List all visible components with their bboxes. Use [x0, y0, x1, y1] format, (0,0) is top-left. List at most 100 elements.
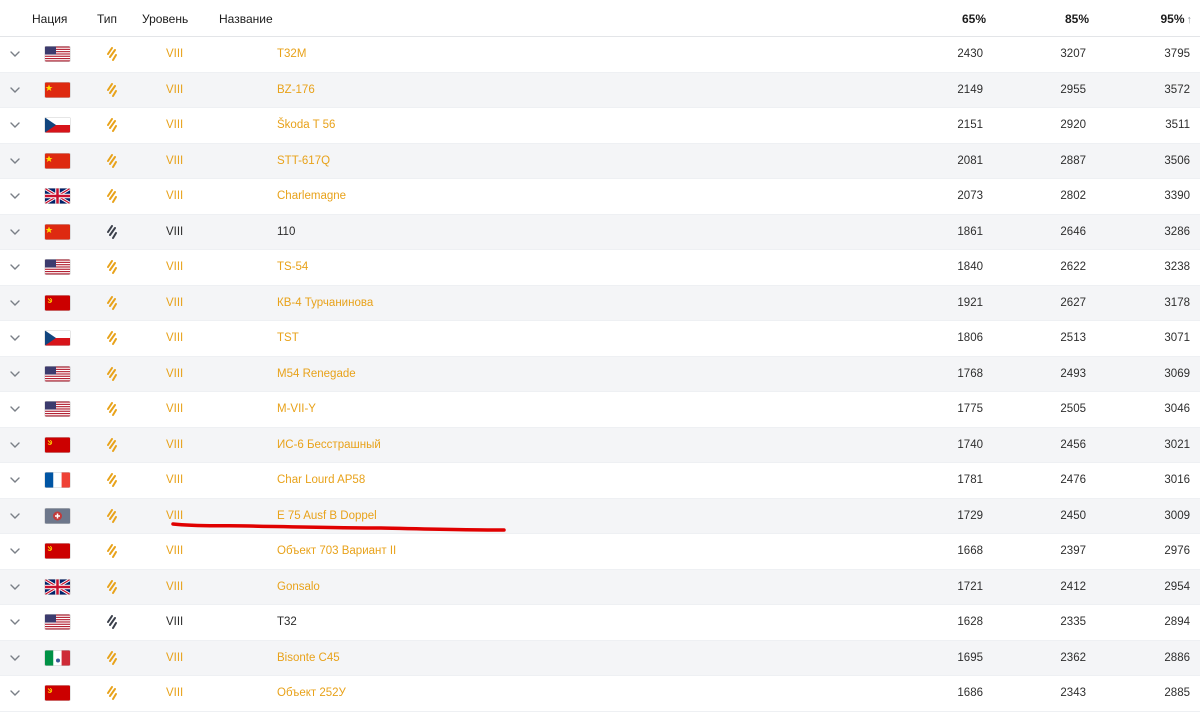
chevron-down-icon[interactable] — [8, 438, 22, 452]
premium-tank-type-icon — [104, 295, 120, 311]
table-row[interactable]: VIII TST 1806 2513 3071 — [0, 321, 1200, 357]
tank-name-cell[interactable]: T32M — [277, 48, 306, 60]
tier-cell: VIII — [166, 651, 184, 664]
chevron-down-icon[interactable] — [8, 651, 22, 665]
tank-name-cell[interactable]: TS-54 — [277, 261, 308, 273]
table-row[interactable]: VIII Объект 703 Вариант II 1668 2397 297… — [0, 534, 1200, 570]
table-row[interactable]: VIII BZ-176 2149 2955 3572 — [0, 72, 1200, 108]
chevron-down-icon[interactable] — [8, 296, 22, 310]
chevron-down-icon[interactable] — [8, 509, 22, 523]
czech-flag-icon — [45, 330, 70, 346]
chevron-down-icon[interactable] — [8, 615, 22, 629]
chevron-down-icon[interactable] — [8, 544, 22, 558]
tier-cell: VIII — [166, 438, 184, 451]
tank-marks-table: Нация Тип Уровень Название 65% 85% 95% ↑ … — [0, 0, 1200, 712]
chevron-down-icon[interactable] — [8, 47, 22, 61]
tier-cell: VIII — [166, 687, 184, 700]
table-row[interactable]: VIII КВ-4 Турчанинова 1921 2627 3178 — [0, 285, 1200, 321]
p85-cell: 2505 — [1060, 403, 1086, 416]
table-row[interactable]: VIII ИС-6 Бесстрашный 1740 2456 3021 — [0, 427, 1200, 463]
tank-name-cell[interactable]: Charlemagne — [277, 190, 346, 202]
p95-cell: 2886 — [1164, 651, 1190, 664]
p95-header-label: 95% — [1160, 12, 1185, 26]
arrow-up-icon: ↑ — [1186, 14, 1193, 26]
p95-column-header[interactable]: 95% ↑ — [1160, 12, 1192, 26]
tank-name-cell[interactable]: E 75 Ausf B Doppel — [277, 510, 377, 522]
table-row[interactable]: VIII Gonsalo 1721 2412 2954 — [0, 569, 1200, 605]
tank-name-cell[interactable]: M54 Renegade — [277, 368, 356, 380]
france-flag-icon — [45, 472, 70, 488]
tank-name-cell[interactable]: Char Lourd AP58 — [277, 474, 365, 486]
tier-cell: VIII — [166, 296, 184, 309]
p85-cell: 2362 — [1060, 651, 1086, 664]
table-row[interactable]: VIII M54 Renegade 1768 2493 3069 — [0, 356, 1200, 392]
tier-cell: VIII — [166, 261, 184, 274]
chevron-down-icon[interactable] — [8, 225, 22, 239]
chevron-down-icon[interactable] — [8, 118, 22, 132]
tank-name-cell[interactable]: Объект 252У — [277, 687, 346, 699]
tank-name-cell[interactable]: КВ-4 Турчанинова — [277, 297, 373, 309]
usa-flag-icon — [45, 401, 70, 417]
p65-cell: 1861 — [957, 225, 983, 238]
p85-cell: 2627 — [1060, 296, 1086, 309]
chevron-down-icon[interactable] — [8, 367, 22, 381]
tier-cell: VIII — [166, 154, 184, 167]
tank-name-cell[interactable]: BZ-176 — [277, 84, 315, 96]
table-row[interactable]: VIII M-VII-Y 1775 2505 3046 — [0, 392, 1200, 428]
premium-tank-type-icon — [104, 685, 120, 701]
tier-cell: VIII — [166, 580, 184, 593]
tank-name-cell[interactable]: T32 — [277, 616, 297, 628]
p95-cell: 3286 — [1164, 225, 1190, 238]
tank-name-cell[interactable]: Škoda T 56 — [277, 119, 335, 131]
premium-tank-type-icon — [104, 153, 120, 169]
chevron-down-icon[interactable] — [8, 154, 22, 168]
chevron-down-icon[interactable] — [8, 473, 22, 487]
tier-column-header[interactable]: Уровень — [142, 12, 188, 26]
chevron-down-icon[interactable] — [8, 686, 22, 700]
chevron-down-icon[interactable] — [8, 580, 22, 594]
chevron-down-icon[interactable] — [8, 260, 22, 274]
p65-cell: 2073 — [957, 190, 983, 203]
nation-column-header[interactable]: Нация — [32, 12, 67, 26]
tank-name-cell[interactable]: Объект 703 Вариант II — [277, 545, 396, 557]
p85-cell: 2802 — [1060, 190, 1086, 203]
table-row[interactable]: VIII E 75 Ausf B Doppel 1729 2450 3009 — [0, 498, 1200, 534]
table-body: VIII T32M 2430 3207 3795 VIII BZ-176 214… — [0, 37, 1200, 712]
table-row[interactable]: VIII STT-617Q 2081 2887 3506 — [0, 143, 1200, 179]
table-row[interactable]: VIII Bisonte C45 1695 2362 2886 — [0, 640, 1200, 676]
p85-cell: 2343 — [1060, 687, 1086, 700]
type-column-header[interactable]: Тип — [97, 12, 117, 26]
p95-cell: 3069 — [1164, 367, 1190, 380]
uk-flag-icon — [45, 188, 70, 204]
p85-cell: 2646 — [1060, 225, 1086, 238]
p85-cell: 2456 — [1060, 438, 1086, 451]
tank-name-cell[interactable]: M-VII-Y — [277, 403, 316, 415]
table-row[interactable]: VIII Škoda T 56 2151 2920 3511 — [0, 108, 1200, 144]
tank-name-cell[interactable]: Gonsalo — [277, 581, 320, 593]
tier-cell: VIII — [166, 367, 184, 380]
table-row[interactable]: VIII T32 1628 2335 2894 — [0, 605, 1200, 641]
tank-name-cell[interactable]: Bisonte C45 — [277, 652, 340, 664]
germany-flag-icon — [45, 508, 70, 524]
table-row[interactable]: VIII Объект 252У 1686 2343 2885 — [0, 676, 1200, 712]
table-row[interactable]: VIII Charlemagne 2073 2802 3390 — [0, 179, 1200, 215]
chevron-down-icon[interactable] — [8, 402, 22, 416]
name-column-header[interactable]: Название — [219, 12, 273, 26]
chevron-down-icon[interactable] — [8, 331, 22, 345]
p85-cell: 2397 — [1060, 545, 1086, 558]
table-row[interactable]: VIII T32M 2430 3207 3795 — [0, 37, 1200, 73]
table-row[interactable]: VIII Char Lourd AP58 1781 2476 3016 — [0, 463, 1200, 499]
chevron-down-icon[interactable] — [8, 83, 22, 97]
tank-name-cell[interactable]: TST — [277, 332, 299, 344]
p85-column-header[interactable]: 85% — [1065, 12, 1089, 26]
p65-column-header[interactable]: 65% — [962, 12, 986, 26]
p65-cell: 1840 — [957, 261, 983, 274]
table-row[interactable]: VIII 110 1861 2646 3286 — [0, 214, 1200, 250]
regular-tank-type-icon — [104, 614, 120, 630]
tank-name-cell[interactable]: STT-617Q — [277, 155, 330, 167]
chevron-down-icon[interactable] — [8, 189, 22, 203]
tank-name-cell[interactable]: ИС-6 Бесстрашный — [277, 439, 381, 451]
tank-name-cell[interactable]: 110 — [277, 226, 295, 238]
ussr-flag-icon — [45, 437, 70, 453]
table-row[interactable]: VIII TS-54 1840 2622 3238 — [0, 250, 1200, 286]
